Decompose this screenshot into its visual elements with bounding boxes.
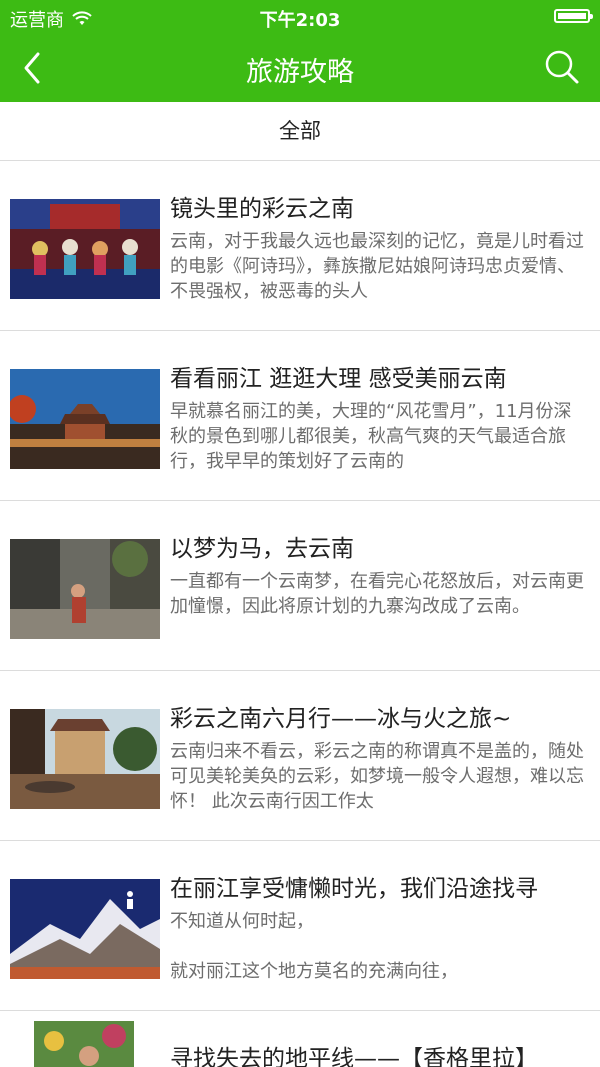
battery-icon — [554, 9, 593, 23]
article-title: 以梦为马，去云南 — [170, 536, 354, 562]
search-icon[interactable] — [542, 47, 582, 87]
article-thumbnail — [10, 709, 160, 809]
list-item[interactable]: 寻找失去的地平线——【香格里拉】 — [0, 1011, 600, 1067]
article-title: 彩云之南六月行——冰与火之旅~ — [170, 706, 512, 732]
list-item[interactable]: 以梦为马，去云南 一直都有一个云南梦，在看完心花怒放后，对云南更加憧憬，因此将原… — [0, 501, 600, 671]
article-summary: 云南归来不看云，彩云之南的称谓真不是盖的，随处可见美轮美奂的云彩，如梦境一般令人… — [170, 741, 584, 812]
list-item[interactable]: 镜头里的彩云之南 云南，对于我最久远也最深刻的记忆，竟是儿时看过的电影《阿诗玛》… — [0, 161, 600, 331]
article-summary: 云南，对于我最久远也最深刻的记忆，竟是儿时看过的电影《阿诗玛》，彝族撒尼姑娘阿诗… — [170, 231, 584, 302]
list-item[interactable]: 看看丽江 逛逛大理 感受美丽云南 早就慕名丽江的美，大理的“风花雪月”，11月份… — [0, 331, 600, 501]
page-title: 旅游攻略 — [246, 57, 354, 88]
article-thumbnail — [10, 539, 160, 639]
filter-label: 全部 — [279, 119, 321, 143]
nav-bar: 旅游攻略 — [0, 34, 600, 102]
list-item[interactable]: 在丽江享受慵懒时光，我们沿途找寻 不知道从何时起， 就对丽江这个地方莫名的充满向… — [0, 841, 600, 1011]
status-time: 下午2:03 — [259, 10, 341, 31]
article-thumbnail — [10, 369, 160, 469]
filter-all-tab[interactable]: 全部 — [0, 102, 600, 161]
article-title: 寻找失去的地平线——【香格里拉】 — [170, 1046, 538, 1067]
article-thumbnail — [10, 879, 160, 979]
article-summary: 不知道从何时起， 就对丽江这个地方莫名的充满向往， — [170, 911, 458, 982]
article-title: 看看丽江 逛逛大理 感受美丽云南 — [170, 366, 507, 392]
status-bar: 运营商 下午2:03 — [0, 0, 600, 34]
article-title: 在丽江享受慵懒时光，我们沿途找寻 — [170, 876, 538, 902]
article-list: 镜头里的彩云之南 云南，对于我最久远也最深刻的记忆，竟是儿时看过的电影《阿诗玛》… — [0, 161, 600, 1067]
list-item[interactable]: 彩云之南六月行——冰与火之旅~ 云南归来不看云，彩云之南的称谓真不是盖的，随处可… — [0, 671, 600, 841]
article-thumbnail — [34, 1021, 134, 1067]
article-summary: 早就慕名丽江的美，大理的“风花雪月”，11月份深秋的景色到哪儿都很美，秋高气爽的… — [170, 401, 572, 472]
article-title: 镜头里的彩云之南 — [170, 196, 354, 222]
article-summary: 一直都有一个云南梦，在看完心花怒放后，对云南更加憧憬，因此将原计划的九寨沟改成了… — [170, 571, 584, 617]
article-thumbnail — [10, 199, 160, 299]
